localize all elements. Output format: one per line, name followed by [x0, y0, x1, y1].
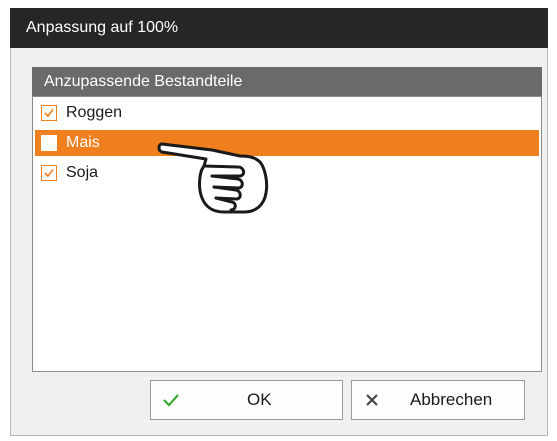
x-icon: [366, 394, 378, 406]
pointing-hand-cursor-icon: [157, 142, 269, 214]
ok-label: OK: [247, 390, 272, 409]
checkmark-icon: [44, 169, 54, 178]
ok-button[interactable]: OK: [150, 380, 343, 420]
cancel-button[interactable]: Abbrechen: [351, 380, 525, 420]
list-item-roggen[interactable]: Roggen: [35, 100, 539, 126]
list-item-mais[interactable]: Mais: [35, 130, 539, 156]
list-item-soja[interactable]: Soja: [35, 160, 539, 186]
checkmark-icon: [44, 109, 54, 118]
list-item-label: Roggen: [66, 104, 123, 121]
cancel-label: Abbrechen: [410, 390, 493, 409]
checkbox-mais[interactable]: [41, 135, 57, 151]
ingredient-list[interactable]: Roggen Mais Soja: [32, 96, 542, 372]
list-item-label: Soja: [66, 164, 99, 181]
dialog-title: Anpassung auf 100%: [10, 8, 548, 48]
checkbox-soja[interactable]: [41, 165, 57, 181]
list-item-label: Mais: [66, 134, 100, 151]
checkbox-roggen[interactable]: [41, 105, 57, 121]
group-header: Anzupassende Bestandteile: [32, 67, 542, 96]
checkmark-icon: [163, 394, 179, 407]
